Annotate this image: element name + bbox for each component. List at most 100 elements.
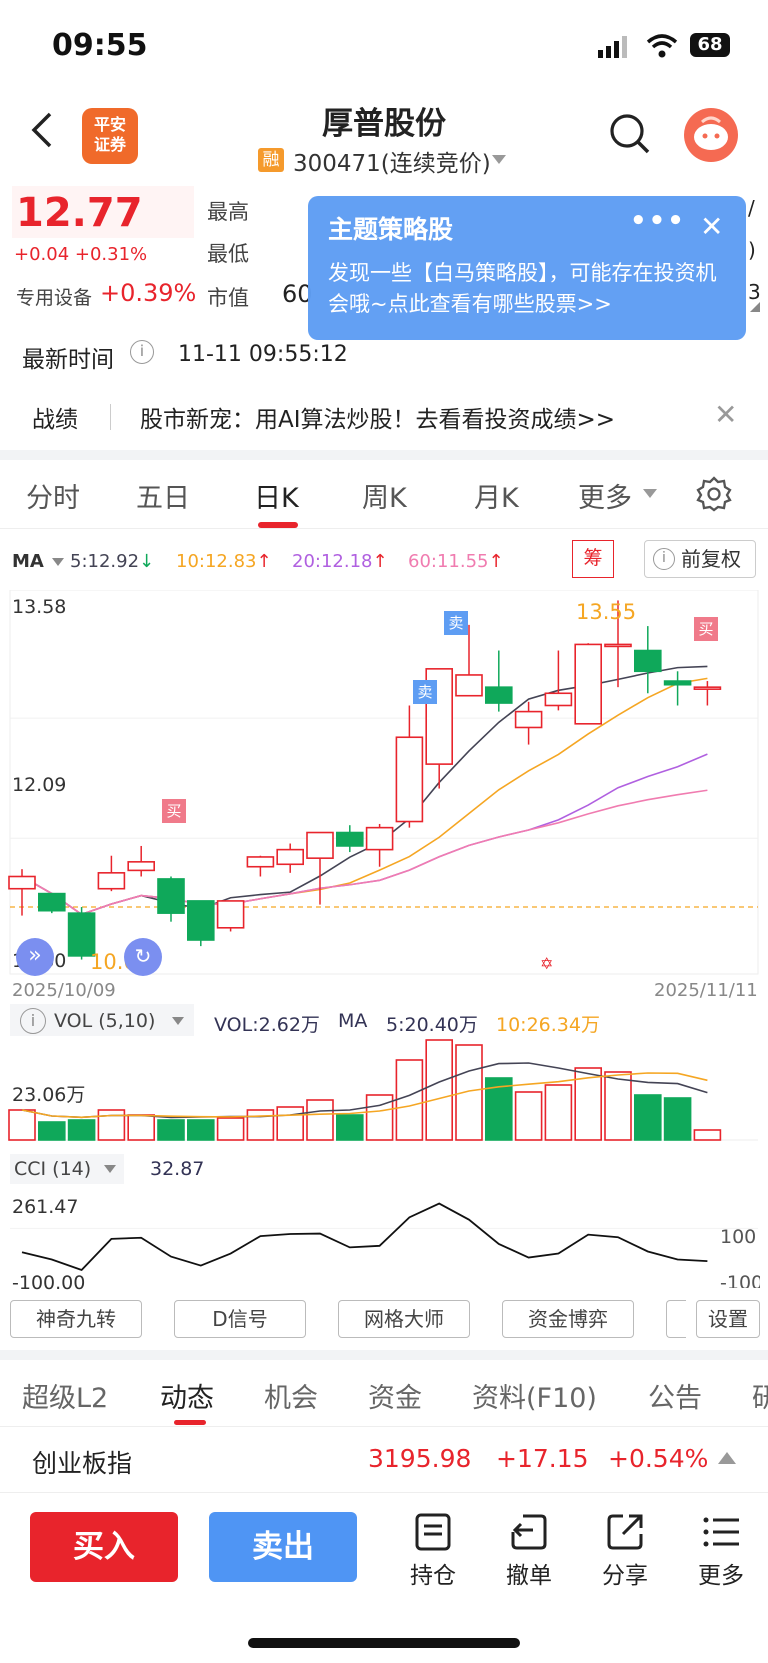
event-star-icon[interactable]: ✡ [540, 954, 553, 973]
candle-body [187, 900, 215, 941]
cancel-order-button[interactable]: 撤单 [494, 1512, 564, 1590]
tab-research-label: 研 [752, 1383, 768, 1412]
record-label[interactable]: 战绩 [32, 400, 78, 434]
tab-f10[interactable]: 资料(F10) [472, 1376, 597, 1415]
more-button[interactable]: 更多 [686, 1512, 756, 1590]
sell-button[interactable]: 卖出 [209, 1512, 357, 1582]
high-mark: 13.55 [576, 600, 637, 624]
ma-label[interactable]: MA [12, 551, 44, 572]
candle-body [306, 831, 334, 859]
tab-opportunity[interactable]: 机会 [264, 1376, 318, 1415]
info-icon: i [653, 548, 675, 570]
adjust-mode-button[interactable]: i 前复权 [644, 540, 756, 578]
volume-bar [395, 1059, 424, 1141]
tab-five-day[interactable]: 五日 [136, 476, 190, 515]
tab-capital[interactable]: 资金 [368, 1376, 422, 1415]
more-dots-icon[interactable]: ••• [630, 206, 686, 236]
volume-bar [335, 1114, 364, 1141]
sector-change[interactable]: +0.39% [100, 279, 196, 307]
tool-d-signal[interactable]: D信号 [174, 1300, 306, 1338]
strategy-popup[interactable]: 主题策略股 ••• ✕ 发现一些【白马策略股】，可能存在投资机会哦~点此查看有哪… [308, 196, 746, 340]
candle-body [127, 861, 155, 872]
cci-line [21, 1202, 708, 1272]
gear-icon[interactable] [696, 476, 732, 512]
divider [0, 1426, 768, 1427]
buy-button[interactable]: 买入 [30, 1512, 178, 1582]
tab-intraday[interactable]: 分时 [26, 476, 80, 515]
share-label: 分享 [602, 1563, 648, 1589]
cancel-order-label: 撤单 [506, 1563, 552, 1589]
reset-view-icon[interactable]: ↻ [124, 938, 162, 976]
volume-bar [97, 1109, 126, 1141]
candlestick-chart[interactable] [0, 590, 768, 980]
update-time-value: 11-11 09:55:12 [178, 342, 348, 367]
cci-indicator-label[interactable]: CCI (14) [14, 1158, 91, 1180]
volume-bar [127, 1114, 155, 1141]
expand-left-icon[interactable]: » [16, 938, 54, 976]
tab-announcement[interactable]: 公告 [648, 1376, 702, 1415]
ma60-line [21, 789, 708, 916]
chevron-down-icon[interactable] [643, 489, 657, 498]
candle-body [276, 848, 305, 866]
sell-signal-tag[interactable]: 卖 [413, 680, 437, 704]
cci-chart[interactable] [0, 1186, 768, 1286]
buy-signal-tag[interactable]: 买 [162, 799, 186, 823]
expand-corner-icon[interactable] [750, 302, 760, 312]
volume-bar [37, 1121, 66, 1141]
tab-weekly-k[interactable]: 周K [362, 476, 407, 515]
ma5-text: 5:12.92 [70, 551, 140, 572]
popup-text[interactable]: 发现一些【白马策略股】，可能存在投资机会哦~点此查看有哪些股票>> [328, 258, 736, 320]
candle-body [455, 674, 483, 697]
candle-body [8, 875, 36, 890]
arrow-up-icon: ↑ [256, 551, 272, 572]
info-icon[interactable]: i [130, 340, 154, 364]
chip-distribution-button[interactable]: 筹 [572, 540, 614, 578]
candle-body [216, 900, 245, 929]
low-label: 最低 [207, 242, 249, 266]
chevron-down-icon[interactable] [104, 1165, 116, 1173]
tool-magic-nine[interactable]: 神奇九转 [10, 1300, 142, 1338]
candle-body [544, 692, 573, 707]
candle-body [157, 878, 185, 914]
index-name[interactable]: 创业板指 [32, 1444, 132, 1480]
chevron-down-icon[interactable] [52, 558, 64, 566]
quote-edge-glyph: / [748, 196, 755, 220]
tab-level2[interactable]: 超级L2 [22, 1376, 108, 1415]
close-icon[interactable]: ✕ [700, 210, 723, 243]
status-time: 09:55 [52, 28, 148, 63]
share-button[interactable]: 分享 [590, 1512, 660, 1590]
vol-indicator-label[interactable]: VOL (5,10) [54, 1010, 155, 1032]
tool-more-partial[interactable] [666, 1300, 686, 1338]
tab-more[interactable]: 更多 [578, 476, 632, 515]
sector-label[interactable]: 专用设备 [16, 283, 92, 310]
volume-bar [8, 1109, 36, 1141]
candle-body [663, 680, 692, 686]
chevron-up-icon[interactable] [718, 1452, 736, 1464]
chevron-down-icon[interactable] [172, 1017, 184, 1025]
cci-axis-bottom: -100.00 [12, 1272, 86, 1294]
tool-grid-master[interactable]: 网格大师 [338, 1300, 470, 1338]
assistant-avatar-icon[interactable] [684, 108, 738, 162]
tab-monthly-k[interactable]: 月K [474, 476, 519, 515]
position-button[interactable]: 持仓 [398, 1512, 468, 1590]
buy-signal-tag[interactable]: 买 [694, 617, 718, 641]
divider [110, 404, 111, 430]
sell-signal-tag[interactable]: 卖 [444, 611, 468, 635]
section-divider [0, 450, 768, 460]
arrow-up-icon: ↑ [488, 551, 504, 572]
cci-ref-neg: -100 [720, 1272, 760, 1288]
ai-promo-link[interactable]: 股市新宠：用AI算法炒股！去看看投资成绩>> [140, 400, 615, 434]
search-icon[interactable] [608, 112, 652, 156]
tab-research-partial[interactable]: 研 [752, 1376, 768, 1412]
tab-daily-k[interactable]: 日K [254, 476, 299, 515]
cci-ref-neg-box: -100 [720, 1272, 760, 1288]
ma20-value: 20:12.18↑ [292, 551, 388, 572]
close-icon[interactable]: ✕ [714, 398, 737, 431]
info-icon[interactable]: i [20, 1008, 46, 1034]
volume-chart[interactable] [0, 1036, 768, 1142]
chevron-down-icon[interactable] [492, 155, 506, 164]
tab-news[interactable]: 动态 [160, 1376, 214, 1415]
tool-capital-game[interactable]: 资金博弈 [502, 1300, 634, 1338]
tool-settings[interactable]: 设置 [696, 1300, 760, 1338]
stock-code[interactable]: 300471(连续竞价) [293, 144, 491, 178]
